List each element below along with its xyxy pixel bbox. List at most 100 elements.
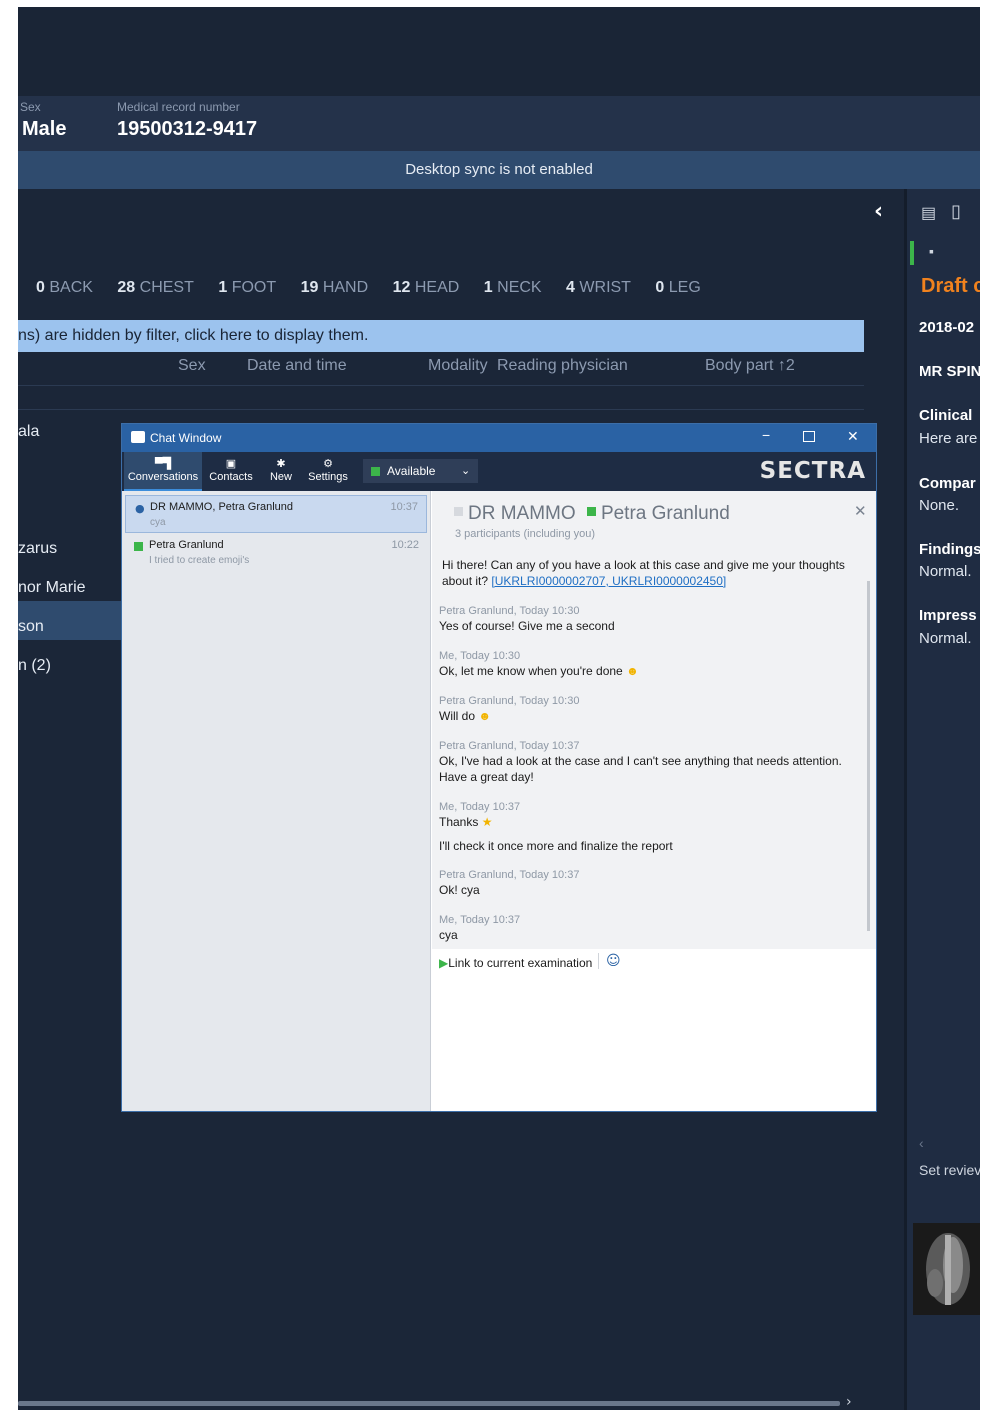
chat-toolbar: ▀▜ Conversations ▣ Contacts ✱ New ⚙ Sett… <box>122 452 876 491</box>
status-indicator <box>910 241 914 265</box>
scroll-right-icon[interactable]: › <box>846 1394 852 1410</box>
top-bar <box>18 7 980 96</box>
minimize-icon[interactable]: − <box>762 427 770 443</box>
conversation-item[interactable]: ● DR MAMMO, Petra Granlund cya 10:37 <box>125 495 427 533</box>
patient-name-cell[interactable]: n (2) <box>18 657 51 675</box>
chat-message: Hi there! Can any of you have a look at … <box>442 558 845 588</box>
link-icon: ▶ <box>439 956 449 970</box>
chat-window: Chat Window − ✕ ▀▜ Conversations ▣ Conta… <box>121 423 877 1112</box>
row-divider <box>18 385 864 386</box>
message-compose-area[interactable]: ▶Link to current examination ☺ <box>432 949 876 1111</box>
patient-name-cell[interactable]: nor Marie <box>18 579 86 597</box>
examination-link[interactable]: [UKRLRI0000002707, UKRLRI0000002450] <box>491 574 726 588</box>
vertical-scrollbar[interactable] <box>867 581 870 931</box>
chat-message: Me, Today 10:37 Thanks ★ <box>439 801 521 829</box>
conversation-pane: DR MAMMO Petra Granlund 3 participants (… <box>432 491 876 1111</box>
new-icon: ✱ <box>276 458 286 470</box>
clinical-text: Here are <box>919 430 978 447</box>
comparison-heading: Compar <box>919 475 976 492</box>
exam-description: MR SPIN <box>919 363 980 380</box>
column-header-date-time[interactable]: Date and time <box>247 357 347 375</box>
chat-message: I'll check it once more and finalize the… <box>439 839 673 853</box>
conversation-name: Petra Granlund <box>149 539 224 551</box>
offline-status-icon <box>454 507 463 516</box>
star-emoji-icon: ★ <box>481 815 493 829</box>
sex-value: Male <box>22 118 67 140</box>
conversation-item[interactable]: Petra Granlund I tried to create emoji's… <box>125 534 427 572</box>
smiley-emoji-icon: ☻ <box>626 664 639 678</box>
conversation-time: 10:22 <box>391 539 419 551</box>
chat-message: Petra Granlund, Today 10:30 Will do ☻ <box>439 695 580 723</box>
patient-name-cell[interactable]: son <box>18 618 44 636</box>
patient-name-cell[interactable]: ala <box>18 423 39 441</box>
maximize-icon[interactable] <box>803 431 815 442</box>
chat-message: Petra Granlund, Today 10:37 Ok! cya <box>439 869 580 897</box>
mrn-label: Medical record number <box>117 100 240 114</box>
new-conversation-button[interactable]: ✱ New <box>265 452 297 491</box>
report-file-icon: ▪ <box>929 243 934 259</box>
conversation-name: DR MAMMO, Petra Granlund <box>150 501 294 513</box>
divider <box>598 953 599 969</box>
body-part-filter[interactable]: 1 FOOT <box>218 279 276 296</box>
mrn-value: 19500312-9417 <box>117 118 258 140</box>
body-part-filter[interactable]: 0 LEG <box>655 279 700 296</box>
comparison-text: None. <box>919 497 960 514</box>
clinical-heading: Clinical <box>919 407 973 424</box>
body-part-filter[interactable]: 12 HEAD <box>393 279 460 296</box>
column-header-body-part[interactable]: Body part ↑2 <box>705 357 795 375</box>
contacts-icon: ▣ <box>225 458 237 470</box>
patient-name-cell[interactable]: zarus <box>18 540 57 558</box>
sex-label: Sex <box>20 100 41 114</box>
impression-text: Normal. <box>919 630 972 647</box>
sectra-logo: SECTRA <box>759 458 866 484</box>
print-icon[interactable]: ▤ <box>921 203 936 223</box>
chevron-left-icon[interactable]: ‹ <box>919 1135 924 1151</box>
patient-header: Sex Male Medical record number 19500312-… <box>18 96 980 151</box>
available-status-icon <box>371 467 380 476</box>
document-icon[interactable]: ▯ <box>951 201 961 222</box>
collapse-panel-icon[interactable]: ‹ <box>874 199 883 224</box>
group-user-icon: ● <box>135 502 145 515</box>
body-part-filter[interactable]: 4 WRIST <box>566 279 631 296</box>
body-part-filter[interactable]: 0 BACK <box>36 279 93 296</box>
desktop-sync-banner: Desktop sync is not enabled <box>18 151 980 189</box>
body-part-filter[interactable]: 1 NECK <box>484 279 542 296</box>
conversations-icon: ▀▜ <box>154 458 172 470</box>
message-history: DR MAMMO Petra Granlund 3 participants (… <box>432 491 876 949</box>
conversation-preview: I tried to create emoji's <box>149 555 250 566</box>
close-conversation-icon[interactable]: ✕ <box>854 502 867 520</box>
column-header-sex[interactable]: Sex <box>178 357 206 375</box>
image-thumbnail[interactable] <box>913 1223 980 1315</box>
draft-status: Draft c <box>921 275 980 297</box>
horizontal-scrollbar[interactable] <box>18 1401 840 1406</box>
chevron-down-icon: ⌄ <box>461 465 471 477</box>
settings-icon: ⚙ <box>323 458 333 470</box>
conversation-list: ● DR MAMMO, Petra Granlund cya 10:37 Pet… <box>122 491 431 1111</box>
impression-heading: Impress <box>919 607 977 624</box>
status-value: Available <box>387 464 436 478</box>
link-current-examination-button[interactable]: ▶Link to current examination <box>439 956 592 970</box>
report-date: 2018-02 <box>919 319 975 336</box>
column-header-reading-physician[interactable]: Reading physician <box>497 357 628 375</box>
close-icon[interactable]: ✕ <box>847 428 859 445</box>
settings-button[interactable]: ⚙ Settings <box>305 452 351 491</box>
body-part-filter[interactable]: 28 CHEST <box>117 279 193 296</box>
findings-text: Normal. <box>919 563 972 580</box>
smiley-emoji-icon: ☻ <box>478 709 491 723</box>
online-status-icon <box>586 507 596 516</box>
conversations-tab[interactable]: ▀▜ Conversations <box>124 452 202 491</box>
status-select[interactable]: Available ⌄ <box>363 459 478 483</box>
hidden-by-filter-banner[interactable]: ns) are hidden by filter, click here to … <box>18 320 864 352</box>
chat-message: Petra Granlund, Today 10:37 Ok, I've had… <box>439 740 842 784</box>
chat-window-title: Chat Window <box>150 431 222 445</box>
emoji-picker-icon[interactable]: ☺ <box>606 953 621 969</box>
chat-message: Petra Granlund, Today 10:30 Yes of cours… <box>439 605 615 633</box>
contacts-tab[interactable]: ▣ Contacts <box>206 452 256 491</box>
online-status-icon <box>134 542 143 551</box>
chat-app-icon <box>131 431 145 443</box>
body-part-filter[interactable]: 19 HAND <box>301 279 369 296</box>
chat-title-bar[interactable]: Chat Window − ✕ <box>122 424 876 452</box>
findings-heading: Findings <box>919 541 980 558</box>
column-header-modality[interactable]: Modality <box>428 357 488 375</box>
set-review-label[interactable]: Set reviev <box>919 1162 980 1178</box>
